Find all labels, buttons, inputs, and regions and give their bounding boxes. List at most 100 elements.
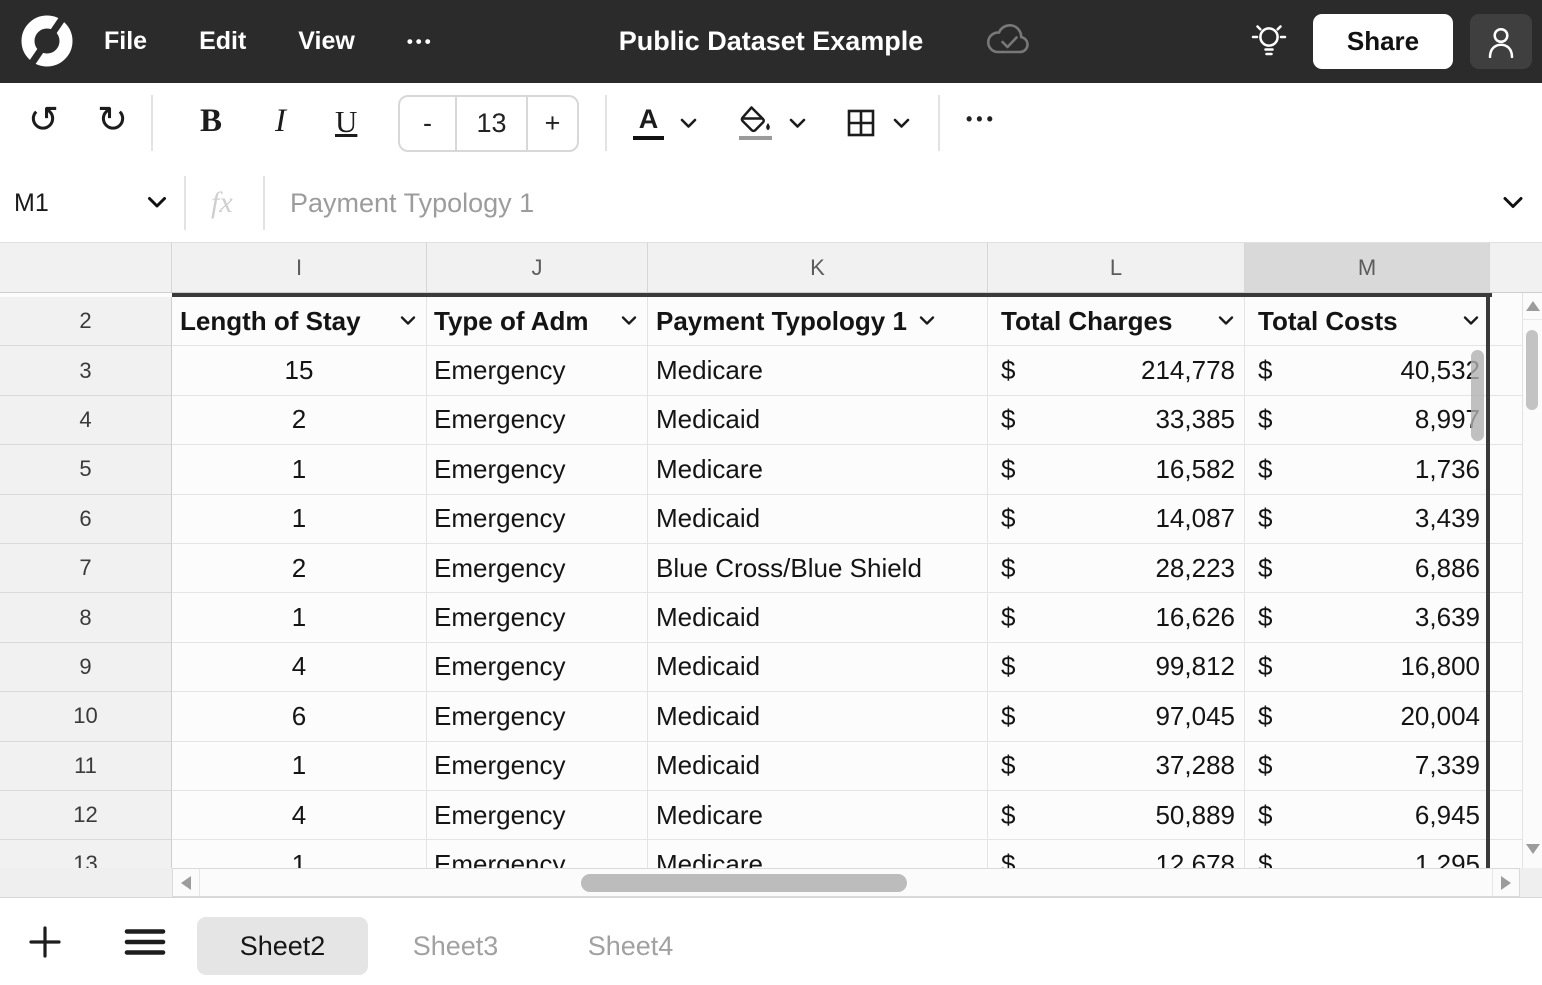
menu-more-icon[interactable]: ••• [407,32,434,52]
menu-edit[interactable]: Edit [199,27,246,56]
cell-type-of-admission[interactable]: Emergency [427,396,648,445]
cell-length-of-stay[interactable]: 1 [172,495,427,544]
column-header-L[interactable]: L [988,243,1245,293]
tab-sheet4[interactable]: Sheet4 [568,917,693,975]
cell-total-costs[interactable]: $6,945 [1245,791,1490,840]
cell-type-of-admission[interactable]: Emergency [427,840,648,868]
tips-lightbulb-icon[interactable] [1250,20,1288,62]
scroll-down-button[interactable] [1523,836,1542,862]
cell-length-of-stay[interactable]: 15 [172,346,427,395]
cell-payment-typology[interactable]: Medicaid [648,495,988,544]
row-number[interactable]: 5 [0,445,172,494]
cell-type-of-admission[interactable]: Emergency [427,544,648,593]
cell-payment-typology[interactable]: Medicaid [648,643,988,692]
cell-length-of-stay[interactable]: 6 [172,692,427,741]
cell-type-of-admission[interactable]: Emergency [427,791,648,840]
cell-type-of-admission[interactable]: Emergency [427,742,648,791]
row-number[interactable]: 7 [0,544,172,593]
scroll-right-button[interactable] [1492,869,1519,896]
header-cell-length-of-stay[interactable]: Length of Stay [172,297,427,346]
document-title[interactable]: Public Dataset Example [619,0,924,83]
account-button[interactable] [1470,14,1532,69]
cell-payment-typology[interactable]: Blue Cross/Blue Shield [648,544,988,593]
cell-type-of-admission[interactable]: Emergency [427,692,648,741]
undo-button[interactable]: ↺ [28,101,59,138]
cell-total-costs[interactable]: $6,886 [1245,544,1490,593]
column-header-J[interactable]: J [427,243,648,293]
cell-total-costs[interactable]: $40,532 [1245,346,1490,395]
cell-length-of-stay[interactable]: 1 [172,840,427,868]
fill-color-button[interactable] [737,97,806,149]
cell-total-costs[interactable]: $8,997 [1245,396,1490,445]
cell-payment-typology[interactable]: Medicare [648,445,988,494]
cell-total-charges[interactable]: $99,812 [988,643,1245,692]
underline-button[interactable]: U [335,104,357,140]
cell-total-charges[interactable]: $97,045 [988,692,1245,741]
font-size-increase-button[interactable]: + [528,97,577,150]
cell-type-of-admission[interactable]: Emergency [427,495,648,544]
tab-sheet2[interactable]: Sheet2 [197,917,368,975]
row-number[interactable]: 2 [0,297,172,346]
cell-total-charges[interactable]: $28,223 [988,544,1245,593]
formula-input[interactable]: Payment Typology 1 [290,163,534,243]
cell-payment-typology[interactable]: Medicare [648,346,988,395]
cell-length-of-stay[interactable]: 4 [172,791,427,840]
font-size-decrease-button[interactable]: - [400,97,455,150]
cell-total-costs[interactable]: $7,339 [1245,742,1490,791]
row-number[interactable]: 3 [0,346,172,395]
menu-file[interactable]: File [104,27,147,56]
header-cell-total-costs[interactable]: Total Costs [1245,297,1490,346]
cell-total-costs[interactable]: $1,736 [1245,445,1490,494]
cell-payment-typology[interactable]: Medicare [648,791,988,840]
cell-total-costs[interactable]: $16,800 [1245,643,1490,692]
vertical-scrollbar-thumb[interactable] [1526,330,1538,410]
horizontal-scrollbar-thumb[interactable] [581,874,907,892]
cell-total-charges[interactable]: $12,678 [988,840,1245,868]
scroll-left-button[interactable] [173,869,200,896]
cell-length-of-stay[interactable]: 1 [172,445,427,494]
row-number[interactable]: 6 [0,495,172,544]
cell-total-costs[interactable]: $3,639 [1245,593,1490,642]
header-cell-total-charges[interactable]: Total Charges [988,297,1245,346]
cell-total-charges[interactable]: $14,087 [988,495,1245,544]
horizontal-scrollbar[interactable] [172,868,1520,897]
cell-payment-typology[interactable]: Medicaid [648,396,988,445]
cell-total-costs[interactable]: $20,004 [1245,692,1490,741]
table-inner-scrollbar-thumb[interactable] [1471,350,1484,441]
cell-total-charges[interactable]: $16,582 [988,445,1245,494]
column-header-M-selected[interactable]: M [1245,243,1490,293]
cell-length-of-stay[interactable]: 2 [172,544,427,593]
bold-button[interactable]: B [200,103,222,140]
borders-button[interactable] [845,97,910,149]
text-color-button[interactable]: A [633,97,697,149]
row-number[interactable]: 12 [0,791,172,840]
cell-total-charges[interactable]: $16,626 [988,593,1245,642]
cell-total-charges[interactable]: $50,889 [988,791,1245,840]
scroll-up-button[interactable] [1523,293,1542,320]
row-number[interactable]: 8 [0,593,172,642]
share-button[interactable]: Share [1313,14,1453,69]
cell-total-charges[interactable]: $214,778 [988,346,1245,395]
cell-total-costs[interactable]: $3,439 [1245,495,1490,544]
sheet-list-menu-button[interactable] [124,928,166,956]
chevron-down-icon[interactable] [147,196,167,209]
menu-view[interactable]: View [298,27,355,56]
header-cell-payment-typology[interactable]: Payment Typology 1 [648,297,988,346]
cell-reference[interactable]: M1 [14,163,49,243]
cell-payment-typology[interactable]: Medicaid [648,593,988,642]
row-number[interactable]: 9 [0,643,172,692]
cell-payment-typology[interactable]: Medicare [648,840,988,868]
filter-chevron-icon[interactable] [919,316,935,326]
italic-button[interactable]: I [275,103,286,140]
column-header-I[interactable]: I [172,243,427,293]
header-cell-type-of-admission[interactable]: Type of Adm [427,297,648,346]
filter-chevron-icon[interactable] [1463,316,1479,326]
filter-chevron-icon[interactable] [621,316,637,326]
cell-total-charges[interactable]: $33,385 [988,396,1245,445]
cell-payment-typology[interactable]: Medicaid [648,742,988,791]
cell-length-of-stay[interactable]: 1 [172,593,427,642]
column-header-K[interactable]: K [648,243,988,293]
cell-type-of-admission[interactable]: Emergency [427,643,648,692]
grid-corner[interactable] [0,243,172,293]
cell-length-of-stay[interactable]: 1 [172,742,427,791]
